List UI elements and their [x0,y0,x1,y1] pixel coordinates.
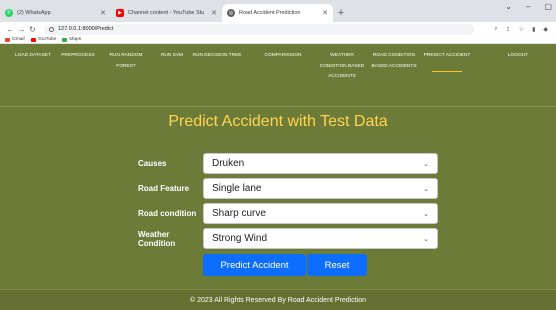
form-row-causes: Causes Druken ⌄ [138,153,438,174]
select-value: Strong Wind [212,233,268,244]
nav-run-svm[interactable]: RUN SVM [147,51,197,62]
weather-condition-select[interactable]: Strong Wind ⌄ [203,228,438,249]
causes-label: Causes [138,159,167,168]
select-value: Druken [212,158,245,169]
chevron-down-icon: ⌄ [423,235,429,243]
bookmark-youtube[interactable]: YouTube [30,37,57,42]
footer: © 2023 All Rights Reserved By Road Accid… [0,289,556,310]
road-condition-select[interactable]: Sharp curve ⌄ [203,203,438,224]
browser-tab-bar: ✆ (2) WhatsApp ✕ ▶ Channel content - You… [0,0,556,22]
maximize-icon[interactable]: ▢ [544,2,552,11]
url-text: 127.0.0.1:8000/Predict [58,26,114,32]
chevron-down-icon: ⌄ [423,160,429,168]
page-title: Predict Accident with Test Data [168,113,388,130]
forward-icon[interactable]: → [16,25,27,34]
tab-youtube-studio[interactable]: ▶ Channel content - YouTube Stu ✕ [111,4,222,22]
tab-title: Channel content - YouTube Stu [128,10,205,16]
new-tab-button[interactable]: + [333,4,349,22]
form-row-road-condition: Road condition Sharp curve ⌄ [138,203,438,224]
whatsapp-icon: ✆ [5,9,13,17]
close-icon[interactable]: ✕ [211,9,217,17]
nav-comparission[interactable]: COMPARISSION [258,51,308,62]
share-icon[interactable]: ⇪ [506,26,511,33]
bookmark-gmail[interactable]: Gmail [5,37,25,42]
tab-title: (2) WhatsApp [17,10,51,16]
form-row-weather-condition: Weather Condition Strong Wind ⌄ [138,228,438,249]
profile-icon[interactable]: ◆ [543,26,548,33]
close-icon[interactable]: ✕ [100,9,106,17]
tab-title: Road Accident Prediction [239,10,301,16]
site-nav: LOAD DATASET PREPROCESS RUN RANDOM FORES… [0,44,556,106]
globe-icon: ◎ [227,9,235,17]
road-feature-select[interactable]: Single lane ⌄ [203,178,438,199]
nav-predict-accident[interactable]: PREDICT ACCIDENT [422,51,472,72]
nav-run-random-forest[interactable]: RUN RANDOM FOREST [101,51,151,72]
star-icon[interactable]: ☆ [519,26,524,33]
chevron-down-icon: ⌄ [423,185,429,193]
back-icon[interactable]: ← [5,25,16,34]
zoom-icon[interactable]: ⌕ [494,26,497,33]
sidebar-icon[interactable]: ▮ [532,26,535,33]
window-controls: ⌄ – ▢ [505,2,552,11]
chevron-down-icon: ⌄ [423,210,429,218]
youtube-icon: ▶ [116,9,124,17]
bookmark-label: YouTube [37,37,57,42]
form-row-road-feature: Road Feature Single lane ⌄ [138,178,438,199]
select-value: Sharp curve [212,208,266,219]
road-feature-label: Road Feature [138,184,190,193]
info-icon[interactable] [49,26,54,32]
bookmark-label: Gmail [12,37,25,42]
road-condition-label: Road condition [138,209,197,218]
select-value: Single lane [212,183,262,194]
minimize-icon[interactable]: – [526,2,530,11]
nav-load-dataset[interactable]: LOAD DATASET [8,51,58,62]
causes-select[interactable]: Druken ⌄ [203,153,438,174]
divider [0,106,556,107]
maps-icon [62,37,68,42]
bookmarks-bar: Gmail YouTube Maps [0,36,556,44]
address-bar-icons: ⌕ ⇪ ☆ ▮ ◆ [494,26,556,33]
address-bar-row: ← → ↻ 127.0.0.1:8000/Predict ⌕ ⇪ ☆ ▮ ◆ [0,22,556,36]
nav-weather-condition-accidents[interactable]: WEATHER CONDITION BASED ACCIDENTS [317,51,367,83]
nav-road-condition-accidents[interactable]: ROAD CONDITION BASED ACCIDENTS [369,51,419,72]
reset-button[interactable]: Reset [307,254,367,276]
gmail-icon [5,37,10,42]
close-icon[interactable]: ✕ [322,9,328,17]
nav-run-decision-tree[interactable]: RUN DECISION TREE [192,51,242,62]
tab-whatsapp[interactable]: ✆ (2) WhatsApp ✕ [0,4,111,22]
url-field[interactable]: 127.0.0.1:8000/Predict [44,23,474,35]
youtube-icon [30,37,36,42]
reload-icon[interactable]: ↻ [27,25,38,34]
nav-logout[interactable]: LOGOUT [493,51,543,62]
nav-preprocess[interactable]: PREPROCESS [53,51,103,62]
tab-road-accident-prediction[interactable]: ◎ Road Accident Prediction ✕ [222,4,333,22]
bookmark-label: Maps [69,37,82,42]
bookmark-maps[interactable]: Maps [62,37,81,42]
weather-condition-label: Weather Condition [138,229,176,248]
predict-accident-button[interactable]: Predict Accident [203,254,306,276]
chevron-down-icon[interactable]: ⌄ [505,2,512,11]
footer-text: © 2023 All Rights Reserved By Road Accid… [190,296,366,304]
